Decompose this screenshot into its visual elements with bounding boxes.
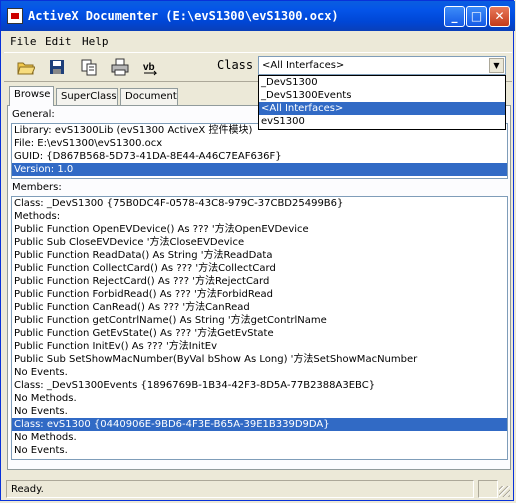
general-line: File: E:\evS1300\evS1300.ocx	[14, 138, 163, 149]
status-bar: Ready.	[4, 479, 512, 499]
class-label: Class	[217, 58, 254, 72]
vb-icon: vb	[143, 62, 158, 76]
status-text: Ready.	[6, 480, 474, 498]
vb-button[interactable]: vb	[140, 56, 162, 78]
app-window: ActiveX Documenter (E:\evS1300\evS1300.o…	[0, 0, 515, 501]
member-line-selected: Class: evS1300 {0440906E-9BD6-4F3E-B65A-…	[12, 418, 507, 431]
minimize-button[interactable]: _	[444, 6, 465, 27]
member-line: Methods:	[14, 211, 61, 222]
member-line: Public Function GetEvState() As ??? '方法G…	[14, 328, 274, 339]
member-line: No Events.	[14, 367, 68, 378]
dropdown-item[interactable]: _DevS1300Events	[259, 89, 505, 102]
open-folder-icon	[17, 62, 36, 75]
general-line: GUID: {D867B568-5D73-41DA-8E44-A46C7EAF6…	[14, 151, 282, 162]
save-icon	[50, 60, 64, 74]
print-button[interactable]	[109, 56, 131, 78]
tab-document[interactable]: Document	[120, 88, 178, 105]
menu-file[interactable]: File	[10, 35, 37, 48]
class-combobox-value: <All Interfaces>	[262, 60, 345, 71]
member-line: Class: _DevS1300Events {1896769B-1B34-42…	[14, 380, 376, 391]
status-pane-secondary	[478, 480, 498, 498]
member-line: No Methods.	[14, 393, 77, 404]
dropdown-item[interactable]: _DevS1300	[259, 76, 505, 89]
copy-button[interactable]	[78, 56, 100, 78]
general-label: General:	[12, 109, 55, 120]
general-info-box[interactable]: Library: evS1300Lib (evS1300 ActiveX 控件模…	[11, 123, 508, 179]
member-line: Public Function OpenEVDevice() As ??? '方…	[14, 224, 309, 235]
tab-browse[interactable]: Browse	[9, 86, 54, 106]
window-title: ActiveX Documenter (E:\evS1300\evS1300.o…	[28, 9, 339, 23]
general-line-selected: Version: 1.0	[12, 163, 507, 176]
member-line: No Events.	[14, 406, 68, 417]
printer-icon	[111, 58, 129, 76]
member-line: No Events.	[14, 445, 68, 456]
member-line: Public Function ReadData() As String '方法…	[14, 250, 273, 261]
member-line: Public Sub SetShowMacNumber(ByVal bShow …	[14, 354, 418, 365]
resize-grip-icon[interactable]	[499, 486, 510, 497]
save-button[interactable]	[46, 56, 68, 78]
menu-help[interactable]: Help	[82, 35, 109, 48]
members-list[interactable]: Class: _DevS1300 {75B0DC4F-0578-43C8-979…	[11, 196, 508, 460]
member-line: Public Function CollectCard() As ??? '方法…	[14, 263, 276, 274]
maximize-button[interactable]: □	[466, 6, 487, 27]
member-line: Public Function getContrlName() As Strin…	[14, 315, 327, 326]
dropdown-item-selected[interactable]: <All Interfaces>	[259, 102, 505, 115]
member-line: Public Sub CloseEVDevice '方法CloseEVDevic…	[14, 237, 245, 248]
title-bar[interactable]: ActiveX Documenter (E:\evS1300\evS1300.o…	[1, 1, 515, 31]
copy-icon	[81, 59, 97, 76]
menu-bar: File Edit Help	[4, 33, 512, 51]
dropdown-item[interactable]: evS1300	[259, 115, 505, 128]
member-line: Public Function InitEv() As ??? '方法InitE…	[14, 341, 217, 352]
member-line: Class: _DevS1300 {75B0DC4F-0578-43C8-979…	[14, 198, 344, 209]
open-button[interactable]	[15, 56, 37, 78]
member-line: No Methods.	[14, 432, 77, 443]
member-line: Public Function ForbidRead() As ??? '方法F…	[14, 289, 273, 300]
member-line: Public Function RejectCard() As ??? '方法R…	[14, 276, 270, 287]
tab-superclass[interactable]: SuperClass	[56, 88, 118, 105]
class-dropdown-list: _DevS1300 _DevS1300Events <All Interface…	[258, 75, 506, 130]
member-line: Public Function CanRead() As ??? '方法CanR…	[14, 302, 250, 313]
close-button[interactable]: ✕	[489, 6, 510, 27]
svg-text:vb: vb	[143, 62, 155, 73]
app-icon	[7, 8, 23, 24]
menu-edit[interactable]: Edit	[45, 35, 72, 48]
chevron-down-icon[interactable]: ▼	[489, 58, 504, 73]
members-label: Members:	[12, 182, 62, 193]
class-combobox[interactable]: <All Interfaces> ▼	[258, 56, 506, 75]
